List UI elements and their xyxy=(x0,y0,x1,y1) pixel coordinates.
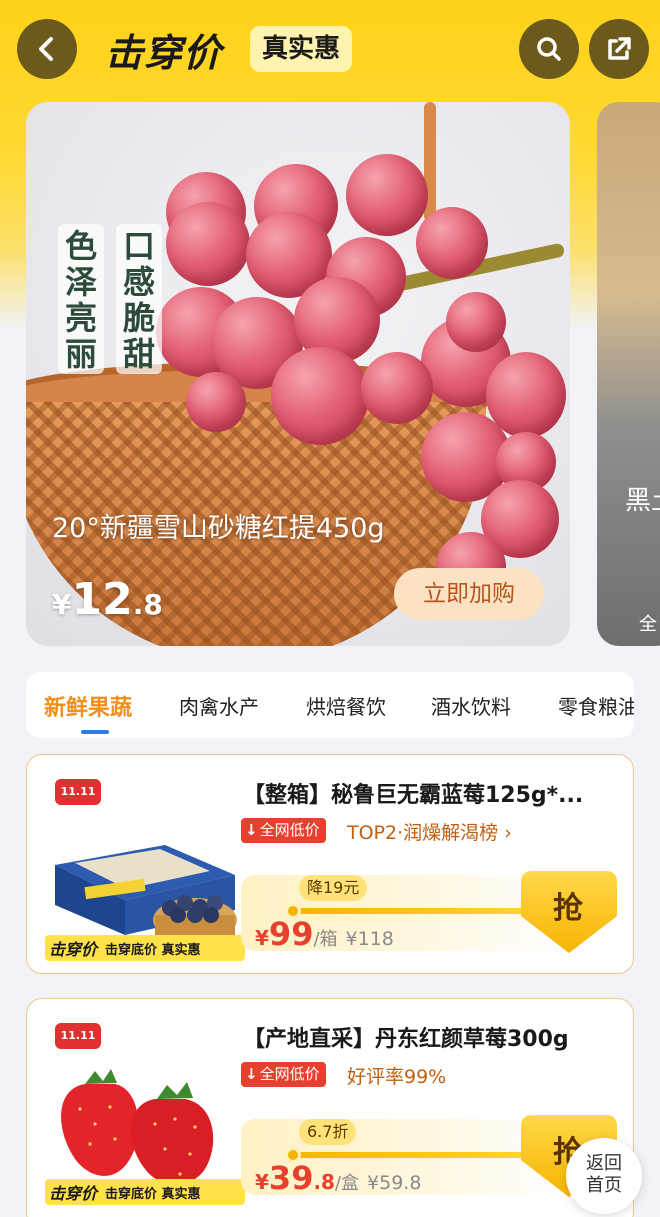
product-title: 【产地直采】丹东红颜草莓300g xyxy=(243,1027,569,1052)
back-to-home-button[interactable]: 返回 首页 xyxy=(566,1138,642,1214)
sale-price: ¥39.8/盒 ¥59.8 xyxy=(255,1159,422,1197)
discount-pill: 6.7折 xyxy=(299,1119,357,1145)
original-price: ¥118 xyxy=(345,928,394,950)
hero-banner[interactable]: 色泽亮丽 口感脆甜 20°新疆雪山砂糖红提450g ¥12.8 立即加购 xyxy=(26,102,570,646)
progress-fill xyxy=(291,1152,529,1158)
grab-button-label[interactable]: 抢 xyxy=(553,883,583,927)
blueberry-box-image xyxy=(55,845,237,943)
tab-fresh-produce[interactable]: 新鲜果蔬 xyxy=(44,690,132,722)
product-card[interactable]: 11.11 击穿价 击穿底价 真实惠 【整箱】秘鲁巨无霸蓝莓125g*... ↓… xyxy=(26,754,634,974)
grape xyxy=(416,207,488,279)
tab-drinks[interactable]: 酒水饮料 xyxy=(431,691,511,720)
grape xyxy=(186,372,246,432)
rating-text: 好评率99% xyxy=(347,1066,447,1088)
progress-fill xyxy=(291,908,529,914)
hero-title: 20°新疆雪山砂糖红提450g xyxy=(52,513,385,544)
promo-strip: 击穿价 击穿底价 真实惠 xyxy=(45,935,245,961)
chevron-left-icon xyxy=(39,37,53,61)
add-to-cart-button[interactable]: 立即加购 xyxy=(394,568,544,620)
rank-link[interactable]: TOP2·润燥解渴榜 › xyxy=(347,818,512,845)
product-title: 【整箱】秘鲁巨无霸蓝莓125g*... xyxy=(243,783,584,808)
grape xyxy=(166,202,250,286)
next-banner-title: 黑土 xyxy=(625,486,660,516)
tab-meat-seafood[interactable]: 肉禽水产 xyxy=(179,691,259,720)
hero-label-taste: 口感脆甜 xyxy=(116,224,162,374)
promo-strip: 击穿价 击穿底价 真实惠 xyxy=(45,1179,245,1205)
hero-label-color: 色泽亮丽 xyxy=(58,224,104,374)
grape xyxy=(271,347,369,445)
double-eleven-badge: 11.11 xyxy=(55,1023,101,1049)
discount-pill: 降19元 xyxy=(299,875,368,901)
lowest-price-tag: ↓ 全网低价 xyxy=(241,818,326,843)
grape xyxy=(346,154,428,236)
sale-price: ¥99/箱 ¥118 xyxy=(255,915,394,953)
back-button[interactable] xyxy=(17,19,77,79)
next-banner-sub: 全 xyxy=(639,614,657,635)
down-arrow-icon: ↓ xyxy=(245,821,258,839)
double-eleven-badge: 11.11 xyxy=(55,779,101,805)
header: 击穿价 真实惠 xyxy=(0,0,660,100)
lowest-price-tag: ↓ 全网低价 xyxy=(241,1062,326,1087)
logo-tag: 真实惠 xyxy=(250,26,353,72)
grape xyxy=(361,352,433,424)
down-arrow-icon: ↓ xyxy=(245,1065,258,1083)
active-tab-indicator xyxy=(81,730,109,734)
hero-price: ¥12.8 xyxy=(52,574,163,625)
strawberry-image xyxy=(61,1069,214,1185)
tab-bakery[interactable]: 烘焙餐饮 xyxy=(306,691,386,720)
grape xyxy=(446,292,506,352)
tab-snacks-grains[interactable]: 零食粮油 xyxy=(558,691,634,720)
logo-text: 击穿价 xyxy=(105,31,223,75)
search-icon xyxy=(537,37,561,61)
share-button[interactable] xyxy=(589,19,649,79)
next-banner-card[interactable]: 黑土 全 xyxy=(597,102,660,646)
category-tabs: 新鲜果蔬 肉禽水产 烘焙餐饮 酒水饮料 零食粮油 xyxy=(26,672,634,738)
share-icon xyxy=(608,37,631,60)
original-price: ¥59.8 xyxy=(367,1172,422,1194)
chevron-right-icon: › xyxy=(504,822,512,844)
search-button[interactable] xyxy=(519,19,579,79)
product-card[interactable]: 11.11 击穿价 击穿底价 真实惠 【产地直采】丹东红颜草莓300g ↓ 全网低… xyxy=(26,998,634,1217)
